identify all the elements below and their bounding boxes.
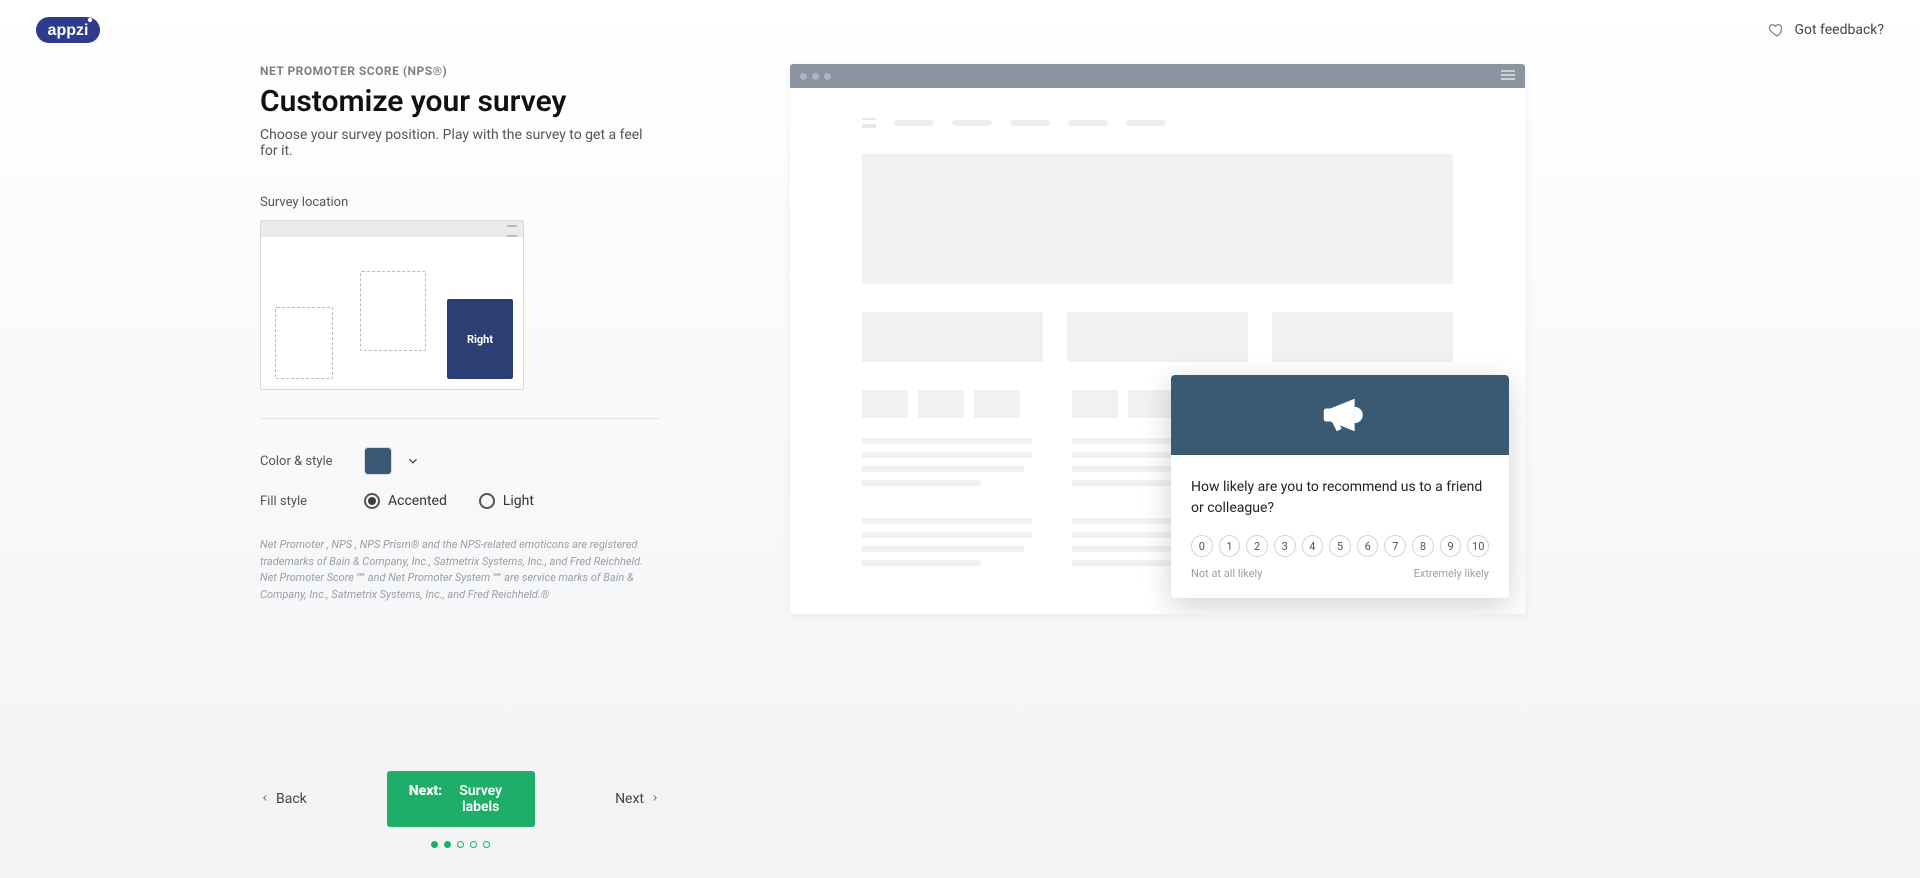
page-subtitle: Choose your survey position. Play with t… — [260, 127, 660, 159]
section-divider — [260, 418, 660, 419]
location-option-right-label: Right — [467, 333, 493, 346]
traffic-lights-icon — [800, 73, 831, 80]
nps-score-0[interactable]: 0 — [1191, 535, 1213, 557]
next-button-label: Next — [615, 791, 644, 807]
nps-high-label: Extremely likely — [1414, 567, 1489, 580]
nps-score-5[interactable]: 5 — [1329, 535, 1351, 557]
nps-survey-widget: How likely are you to recommend us to a … — [1171, 375, 1509, 598]
next-primary-button[interactable]: Next: Survey labels — [387, 771, 535, 827]
next-primary-prefix: Next: — [409, 783, 442, 815]
nps-score-1[interactable]: 1 — [1219, 535, 1241, 557]
trademark-disclaimer: Net Promoter , NPS , NPS Prism® and the … — [260, 537, 660, 603]
nps-score-9[interactable]: 9 — [1440, 535, 1462, 557]
fill-option-accented[interactable]: Accented — [364, 493, 447, 509]
preview-cards-skeleton — [862, 312, 1453, 362]
radio-icon — [479, 493, 495, 509]
survey-preview: How likely are you to recommend us to a … — [790, 64, 1525, 614]
heart-icon — [1768, 21, 1786, 39]
fill-option-accented-label: Accented — [388, 493, 447, 509]
survey-location-label: Survey location — [260, 195, 660, 210]
wizard-step-indicator — [260, 841, 660, 848]
preview-thumbs-skeleton — [862, 390, 1032, 418]
next-button[interactable]: Next — [615, 791, 660, 807]
location-option-left[interactable] — [275, 307, 333, 379]
hamburger-icon — [1501, 69, 1515, 83]
nps-score-4[interactable]: 4 — [1302, 535, 1324, 557]
preview-browser-chrome — [790, 64, 1525, 88]
step-dot-5 — [483, 841, 490, 848]
megaphone-icon — [1314, 393, 1366, 437]
survey-widget-header — [1171, 375, 1509, 455]
back-button-label: Back — [276, 791, 307, 807]
fill-option-light-label: Light — [503, 493, 534, 509]
radio-icon — [364, 493, 380, 509]
preview-lines-skeleton — [862, 518, 1032, 566]
kicker: NET PROMOTER SCORE (NPS®) — [260, 64, 660, 78]
step-dot-4 — [470, 841, 477, 848]
step-dot-3 — [457, 841, 464, 848]
preview-lines-skeleton — [862, 438, 1032, 486]
step-dot-2 — [444, 841, 451, 848]
location-option-right[interactable]: Right — [447, 299, 513, 379]
nps-score-10[interactable]: 10 — [1467, 535, 1489, 557]
brand-logo[interactable]: appzi — [36, 15, 106, 45]
brand-text: appzi — [48, 22, 89, 39]
chevron-down-icon[interactable] — [406, 454, 420, 468]
chevron-right-icon — [650, 791, 660, 807]
nps-low-label: Not at all likely — [1191, 567, 1262, 580]
mini-browser-chrome — [261, 221, 523, 237]
page-title: Customize your survey — [260, 84, 660, 119]
got-feedback-label: Got feedback? — [1794, 22, 1884, 38]
step-dot-1 — [431, 841, 438, 848]
back-button[interactable]: Back — [260, 791, 307, 807]
location-option-center[interactable] — [360, 271, 426, 351]
accent-color-swatch[interactable] — [364, 447, 392, 475]
preview-nav-skeleton — [862, 118, 1453, 128]
survey-location-picker: Right — [260, 220, 524, 390]
chevron-left-icon — [260, 791, 270, 807]
preview-hero-skeleton — [862, 154, 1453, 284]
survey-question: How likely are you to recommend us to a … — [1191, 477, 1489, 519]
nps-score-3[interactable]: 3 — [1274, 535, 1296, 557]
fill-style-label: Fill style — [260, 494, 350, 509]
nps-scale: 0 1 2 3 4 5 6 7 8 9 10 — [1191, 535, 1489, 557]
got-feedback-link[interactable]: Got feedback? — [1768, 21, 1884, 39]
color-style-label: Color & style — [260, 454, 350, 469]
nps-score-6[interactable]: 6 — [1357, 535, 1379, 557]
nps-score-7[interactable]: 7 — [1384, 535, 1406, 557]
fill-option-light[interactable]: Light — [479, 493, 534, 509]
nps-score-8[interactable]: 8 — [1412, 535, 1434, 557]
next-primary-label: Survey labels — [448, 783, 513, 815]
nps-score-2[interactable]: 2 — [1246, 535, 1268, 557]
